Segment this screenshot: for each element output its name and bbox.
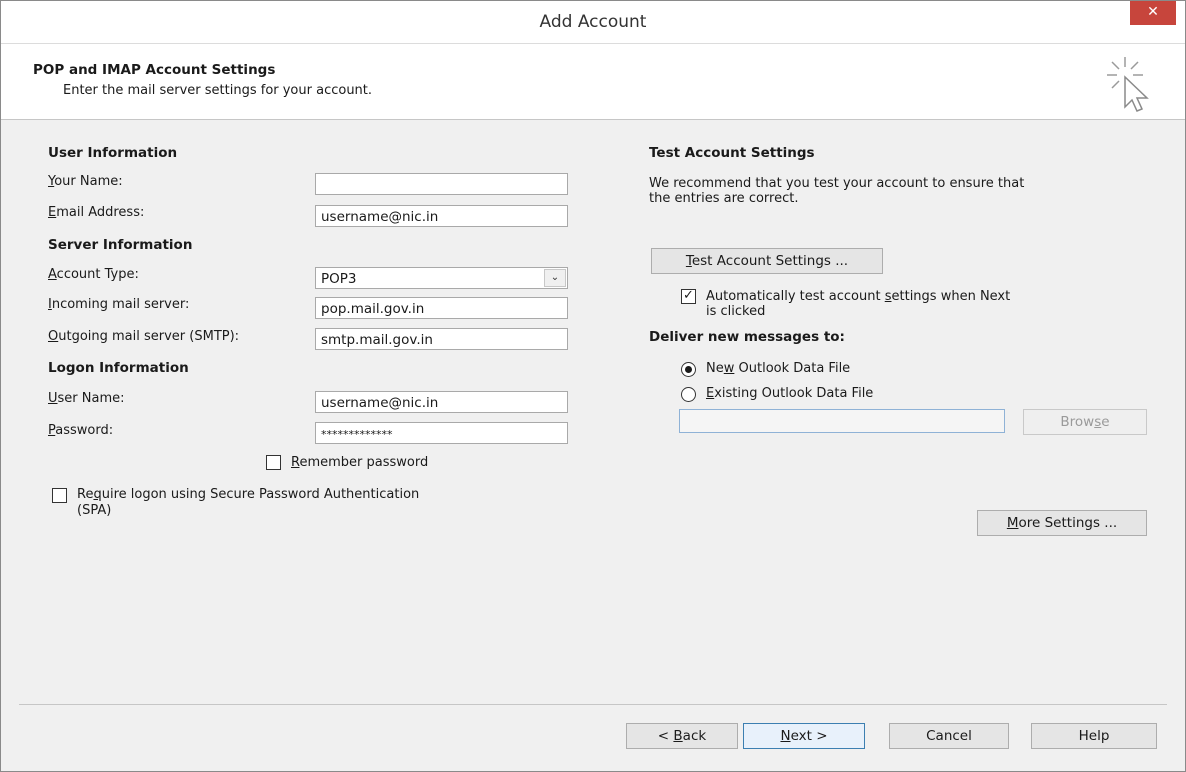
page-title: POP and IMAP Account Settings <box>33 62 276 78</box>
test-description-line1: We recommend that you test your account … <box>649 176 1025 191</box>
add-account-dialog: Add Account ✕ POP and IMAP Account Setti… <box>0 0 1186 772</box>
email-address-input[interactable]: username@nic.in <box>315 205 568 227</box>
your-name-label: Your Name: <box>48 174 123 189</box>
back-button[interactable]: < Back <box>626 723 738 749</box>
close-button[interactable]: ✕ <box>1130 1 1176 25</box>
account-type-value: POP3 <box>321 271 357 287</box>
window-title: Add Account <box>539 12 647 32</box>
outgoing-server-label: Outgoing mail server (SMTP): <box>48 329 240 344</box>
account-type-select[interactable]: POP3 ⌄ <box>315 267 568 289</box>
password-label: Password: <box>48 423 114 438</box>
chevron-down-icon[interactable]: ⌄ <box>544 269 566 287</box>
wizard-cursor-icon <box>1107 57 1149 112</box>
user-name-label: User Name: <box>48 391 125 406</box>
spa-label[interactable]: Require logon using Secure Password Auth… <box>77 487 419 502</box>
server-information-heading: Server Information <box>48 237 193 253</box>
new-data-file-label[interactable]: New Outlook Data File <box>706 361 850 376</box>
data-file-path-input[interactable] <box>679 409 1005 433</box>
test-description-line2: the entries are correct. <box>649 191 799 206</box>
cancel-button[interactable]: Cancel <box>889 723 1009 749</box>
deliver-messages-heading: Deliver new messages to: <box>649 329 845 345</box>
auto-test-label[interactable]: Automatically test account settings when… <box>706 289 1010 304</box>
spa-checkbox[interactable] <box>52 488 67 503</box>
logon-information-heading: Logon Information <box>48 360 189 376</box>
password-input[interactable]: ************* <box>315 422 568 444</box>
spa-label-line2: (SPA) <box>77 503 112 518</box>
auto-test-label-line2: is clicked <box>706 304 766 319</box>
user-information-heading: User Information <box>48 145 178 161</box>
existing-data-file-label[interactable]: Existing Outlook Data File <box>706 386 873 401</box>
existing-data-file-radio[interactable] <box>681 387 696 402</box>
user-name-input[interactable]: username@nic.in <box>315 391 568 413</box>
test-account-heading: Test Account Settings <box>649 145 815 161</box>
next-button[interactable]: Next > <box>743 723 865 749</box>
checkmark-icon: ✓ <box>683 288 694 303</box>
email-address-label: Email Address: <box>48 205 145 220</box>
wizard-header: POP and IMAP Account Settings Enter the … <box>1 44 1185 120</box>
auto-test-checkbox[interactable]: ✓ <box>681 289 696 304</box>
incoming-server-label: Incoming mail server: <box>48 297 190 312</box>
help-button[interactable]: Help <box>1031 723 1157 749</box>
test-account-settings-button[interactable]: Test Account Settings ... <box>651 248 883 274</box>
settings-panel: User Information Your Name: Email Addres… <box>1 120 1185 700</box>
new-data-file-radio[interactable] <box>681 362 696 377</box>
browse-button[interactable]: Browse <box>1023 409 1147 435</box>
remember-password-label[interactable]: Remember password <box>291 455 428 470</box>
your-name-input[interactable] <box>315 173 568 195</box>
more-settings-button[interactable]: More Settings ... <box>977 510 1147 536</box>
incoming-server-input[interactable]: pop.mail.gov.in <box>315 297 568 319</box>
outgoing-server-input[interactable]: smtp.mail.gov.in <box>315 328 568 350</box>
title-bar: Add Account ✕ <box>1 1 1185 44</box>
radio-selected-dot <box>685 366 692 373</box>
footer-divider <box>19 704 1167 705</box>
page-subtitle: Enter the mail server settings for your … <box>63 83 373 98</box>
account-type-label: Account Type: <box>48 267 139 282</box>
remember-password-checkbox[interactable] <box>266 455 281 470</box>
